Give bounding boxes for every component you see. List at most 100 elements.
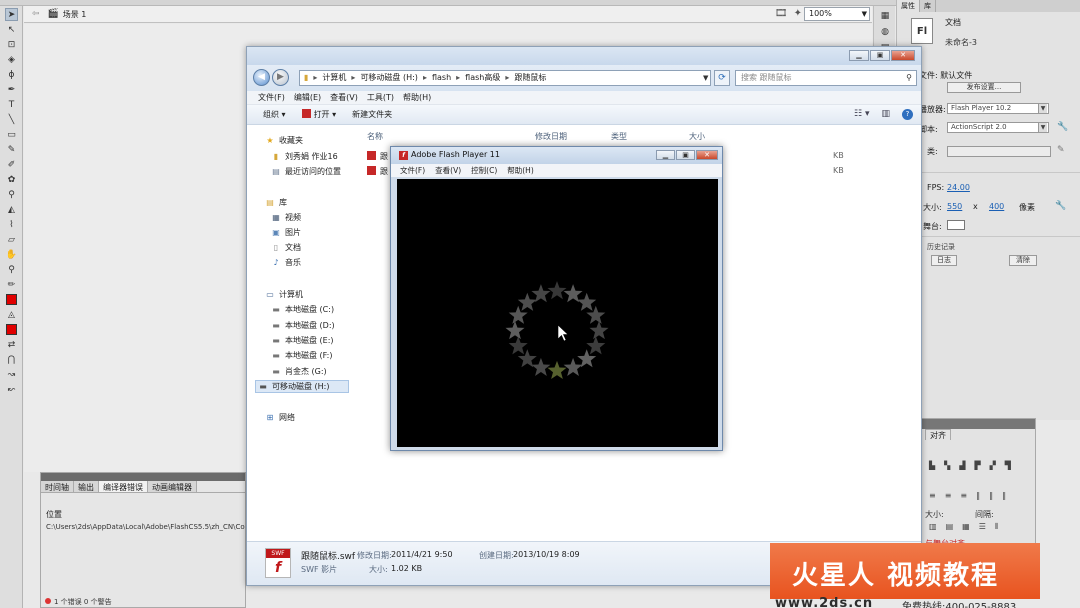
menu-control[interactable]: 控制(C) [471,164,497,177]
align-right-icon[interactable]: ▟ [959,461,965,470]
distribute-right-icon[interactable]: ‖ [1002,491,1006,500]
search-input[interactable]: 搜索 跟随鼠标 ⚲ [735,70,917,86]
nav-drive-g[interactable]: ▬ 肖金杰 (G:) [271,366,326,377]
clear-button[interactable]: 清除 [1009,255,1037,266]
minimize-button[interactable]: ▁ [656,150,675,160]
player-title-bar[interactable]: f Adobe Flash Player 11 ▁ ▣ ✕ [391,147,722,164]
space-vertical-icon[interactable]: ☰ [979,522,986,532]
pencil-icon[interactable]: ✎ [1057,145,1065,155]
menu-view[interactable]: 查看(V) [435,164,461,177]
smooth-icon[interactable]: ↝ [5,368,18,381]
player-select[interactable]: Flash Player 10.2 ▼ [947,103,1049,114]
column-name[interactable]: 名称 [367,131,383,142]
script-select[interactable]: ActionScript 2.0 ▼ [947,122,1049,133]
breadcrumb-flash-advanced[interactable]: flash高级 [465,71,500,85]
history-section[interactable]: 历史记录 [927,242,955,252]
new-folder-button[interactable]: 新建文件夹 [352,109,392,120]
distribute-top-icon[interactable]: ≡ [929,491,936,500]
breadcrumb-flash[interactable]: flash [432,71,451,85]
zoom-tool-icon[interactable]: ⚲ [5,263,18,276]
tab-compiler-errors[interactable]: 编译器错误 [99,481,148,492]
match-both-icon[interactable]: ▦ [962,522,970,532]
pencil-tool-icon[interactable]: ✎ [5,143,18,156]
rectangle-tool-icon[interactable]: ▭ [5,128,18,141]
fps-value[interactable]: 24.00 [947,183,970,192]
minimize-button[interactable]: ▁ [849,50,869,61]
edit-symbol-icon[interactable]: ✦ [794,8,802,19]
deco-tool-icon[interactable]: ✿ [5,173,18,186]
nav-favorites[interactable]: ★ 收藏夹 [265,135,303,146]
nav-lib-documents[interactable]: ▯ 文档 [271,242,301,253]
tab-motion-editor[interactable]: 动画编辑器 [148,481,197,492]
hand-tool-icon[interactable]: ✋ [5,248,18,261]
back-arrow-icon[interactable]: ⇦ [32,9,40,19]
menu-view[interactable]: 查看(V) [330,91,358,104]
text-tool-icon[interactable]: T [5,98,18,111]
close-button[interactable]: ✕ [891,50,915,61]
help-icon[interactable]: ? [902,109,913,120]
nav-lib-videos[interactable]: ▦ 视频 [271,212,301,223]
stage-height[interactable]: 400 [989,202,1004,211]
distribute-hcenter-icon[interactable]: ‖ [989,491,993,500]
paint-bucket-icon[interactable]: ◭ [5,203,18,216]
menu-help[interactable]: 帮助(H) [507,164,534,177]
nav-lib-pictures[interactable]: ▣ 图片 [271,227,301,238]
align-hcenter-icon[interactable]: ▚ [944,461,950,470]
nav-computer[interactable]: ▭ 计算机 [265,289,303,300]
zoom-select[interactable]: 100% ▼ [804,7,870,21]
space-horizontal-icon[interactable]: ⦀ [995,522,999,532]
preview-pane-icon[interactable]: ▥ [881,109,890,120]
swap-colors-icon[interactable]: ⇄ [5,338,18,351]
breadcrumb-drive-h[interactable]: 可移动磁盘 (H:) [360,71,418,85]
column-size[interactable]: 大小 [689,131,705,142]
view-options-icon[interactable]: ☷ ▾ [854,109,869,120]
forward-button[interactable]: ▶ [272,69,289,86]
player-stage[interactable] [397,179,718,447]
lasso-tool-icon[interactable]: ϕ [5,68,18,81]
refresh-icon[interactable]: ⟳ [714,70,730,86]
column-type[interactable]: 类型 [611,131,627,142]
tab-library[interactable]: 库 [920,0,936,12]
brush-tool-icon[interactable]: ✐ [5,158,18,171]
distribute-left-icon[interactable]: ‖ [976,491,980,500]
tab-properties[interactable]: 属性 [897,0,920,12]
straighten-icon[interactable]: ↜ [5,383,18,396]
stage-width[interactable]: 550 [947,202,962,211]
menu-help[interactable]: 帮助(H) [403,91,431,104]
line-tool-icon[interactable]: ╲ [5,113,18,126]
menu-tools[interactable]: 工具(T) [367,91,394,104]
address-bar[interactable]: ▮ ▸ 计算机 ▸ 可移动磁盘 (H:) ▸ flash ▸ flash高级 ▸… [299,70,711,86]
stroke-color-swatch[interactable] [6,294,17,305]
align-bottom-icon[interactable]: ▜ [1005,461,1011,470]
back-button[interactable]: ◀ [253,69,270,86]
stroke-color-icon[interactable]: ✏ [5,278,18,291]
maximize-button[interactable]: ▣ [676,150,695,160]
tab-align[interactable]: 对齐 [925,429,951,440]
list-item[interactable]: 跟 [367,151,388,162]
log-button[interactable]: 日志 [931,255,957,266]
align-top-icon[interactable]: ▛ [974,461,980,470]
selection-tool-icon[interactable]: ➤ [5,8,18,21]
wrench-icon[interactable]: 🔧 [1057,122,1068,132]
nav-library[interactable]: ▤ 库 [265,197,287,208]
breadcrumb-computer[interactable]: 计算机 [322,71,346,85]
close-button[interactable]: ✕ [696,150,718,160]
error-location-path[interactable]: C:\Users\2ds\AppData\Local\Adobe\FlashCS… [41,523,245,531]
edit-scene-icon[interactable]: 🎞 [775,8,788,19]
wrench-icon[interactable]: 🔧 [1055,201,1066,211]
match-height-icon[interactable]: ▤ [946,522,954,532]
list-item[interactable]: 跟 [367,166,388,177]
color-icon[interactable]: ◍ [879,26,891,38]
nav-network[interactable]: ⊞ 网络 [265,412,295,423]
publish-settings-button[interactable]: 发布设置... [947,82,1021,93]
tab-timeline[interactable]: 时间轴 [41,481,74,492]
menu-edit[interactable]: 编辑(E) [294,91,321,104]
breadcrumb-follow-mouse[interactable]: 跟随鼠标 [514,71,546,85]
fill-color-icon[interactable]: ◬ [5,308,18,321]
explorer-title-bar[interactable]: ▁ ▣ ✕ [247,47,921,65]
maximize-button[interactable]: ▣ [870,50,890,61]
menu-file[interactable]: 文件(F) [258,91,285,104]
address-dropdown-icon[interactable]: ▼ [703,70,708,86]
tab-output[interactable]: 输出 [74,481,99,492]
eyedropper-icon[interactable]: ⌇ [5,218,18,231]
